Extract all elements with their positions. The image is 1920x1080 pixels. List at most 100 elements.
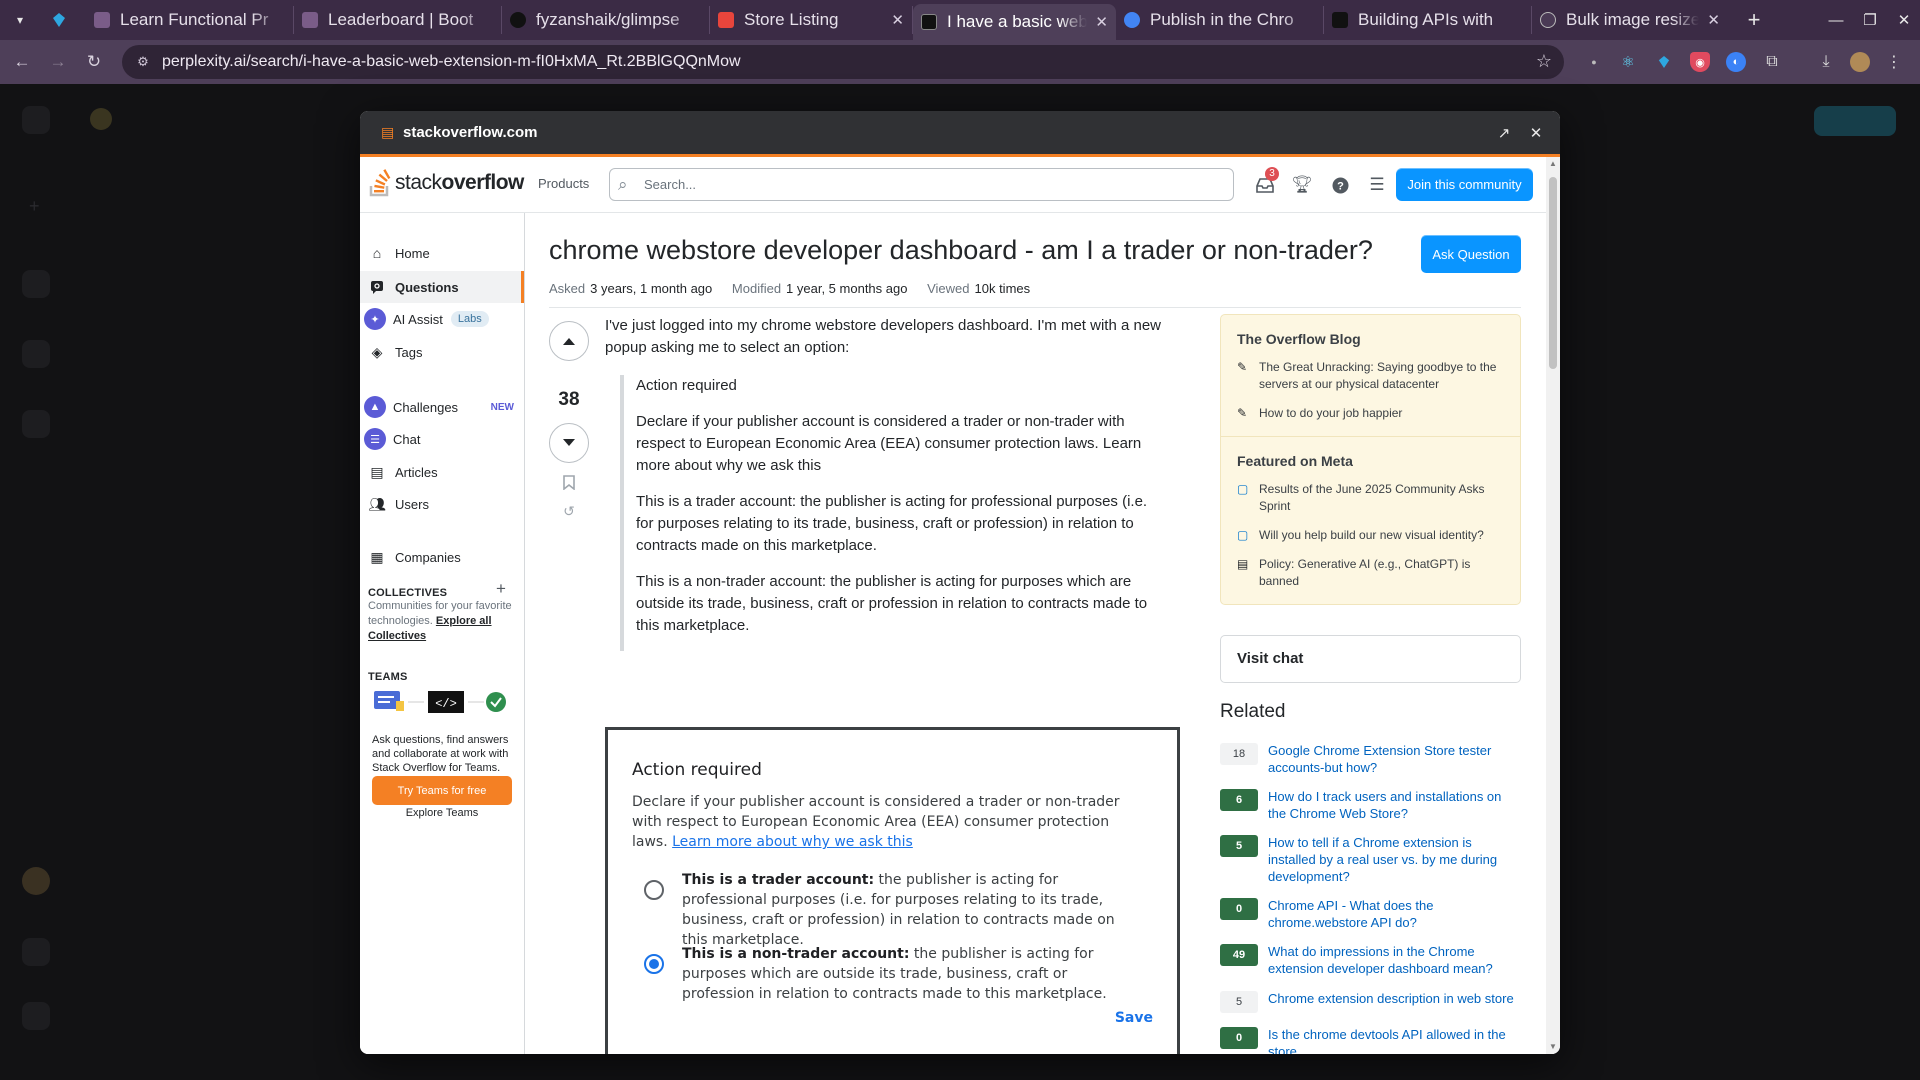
tab-3-close-icon[interactable]: ✕ xyxy=(891,11,904,29)
related-title-1[interactable]: How do I track users and installations o… xyxy=(1268,788,1521,822)
site-switcher-icon[interactable]: ☰ xyxy=(1366,174,1388,196)
forward-arrow-icon[interactable]: → xyxy=(46,50,70,74)
blog-item-1[interactable]: ✎ How to do your job happier xyxy=(1221,399,1520,428)
stack-exchange-icon: ▤ xyxy=(1237,557,1249,571)
collectives-plus-icon[interactable]: + xyxy=(496,579,506,599)
tab-search-icon[interactable]: ▾ xyxy=(8,8,32,32)
upvote-button[interactable] xyxy=(549,321,589,361)
try-teams-button[interactable]: Try Teams for free xyxy=(372,776,512,805)
nav-ai-assist-label: AI Assist xyxy=(393,311,443,327)
related-title-5[interactable]: Chrome extension description in web stor… xyxy=(1268,990,1514,1013)
related-item-2[interactable]: 5 How to tell if a Chrome extension is i… xyxy=(1220,834,1521,885)
popup-close-icon[interactable]: ✕ xyxy=(1525,122,1547,144)
join-community-button[interactable]: Join this community xyxy=(1396,168,1533,201)
extensions-puzzle-icon[interactable]: ⧉ xyxy=(1762,52,1782,72)
so-logo[interactable]: stackoverflow xyxy=(368,167,524,199)
related-item-4[interactable]: 49 What do impressions in the Chrome ext… xyxy=(1220,943,1521,977)
ask-question-button[interactable]: Ask Question xyxy=(1421,235,1521,273)
bookmark-star-icon[interactable]: ☆ xyxy=(1536,51,1552,72)
tab-7[interactable]: Bulk image resize t ✕ xyxy=(1532,6,1728,34)
tab-5[interactable]: Publish in the Chro xyxy=(1116,6,1324,34)
related-title-4[interactable]: What do impressions in the Chrome extens… xyxy=(1268,943,1521,977)
related-count-4: 49 xyxy=(1220,944,1258,966)
reload-icon[interactable]: ↻ xyxy=(82,50,106,74)
history-icon[interactable]: ↺ xyxy=(560,502,578,520)
related-item-0[interactable]: 18 Google Chrome Extension Store tester … xyxy=(1220,742,1521,776)
new-tab-plus-icon[interactable]: + xyxy=(1740,6,1768,34)
meta-item-2[interactable]: ▤ Policy: Generative AI (e.g., ChatGPT) i… xyxy=(1221,550,1520,604)
nav-users[interactable]: 👥︎ Users xyxy=(360,488,524,520)
nav-challenges[interactable]: ▲ Challenges NEW xyxy=(360,391,524,423)
tab-3-favicon xyxy=(718,12,734,28)
profile-avatar[interactable] xyxy=(1850,52,1870,72)
so-search-input[interactable]: ⌕ Search... xyxy=(609,168,1234,201)
close-window-icon[interactable]: ✕ xyxy=(1890,8,1918,32)
perplexity-extension-icon[interactable] xyxy=(1654,52,1674,72)
react-devtools-icon[interactable]: ⚛ xyxy=(1618,52,1638,72)
meta-item-0[interactable]: ▢ Results of the June 2025 Community Asks… xyxy=(1221,475,1520,521)
tab-4-favicon xyxy=(921,14,937,30)
shield-extension-icon[interactable]: ◉ xyxy=(1690,52,1710,72)
nav-ai-assist[interactable]: ✦ AI Assist Labs xyxy=(360,303,524,335)
modified-value[interactable]: 1 year, 5 months ago xyxy=(786,281,907,296)
related-item-1[interactable]: 6 How do I track users and installations… xyxy=(1220,788,1521,822)
pinned-tab-perplexity[interactable] xyxy=(44,8,74,32)
browser-menu-icon[interactable]: ⋮ xyxy=(1884,52,1904,72)
url-text[interactable]: perplexity.ai/search/i-have-a-basic-web-… xyxy=(162,53,741,71)
blog-item-1-text[interactable]: How to do your job happier xyxy=(1259,405,1402,422)
restore-icon[interactable]: ❐ xyxy=(1856,8,1884,32)
blue-extension-icon[interactable]: ◐ xyxy=(1726,52,1746,72)
nav-questions[interactable]: Questions xyxy=(360,271,524,303)
nav-companies-label: Companies xyxy=(395,549,461,565)
shot-option-trader: This is a trader account: the publisher … xyxy=(644,870,1124,950)
visit-chat-link[interactable]: Visit chat xyxy=(1220,635,1521,683)
blog-item-0-text[interactable]: The Great Unracking: Saying goodbye to t… xyxy=(1259,359,1504,393)
related-title-0[interactable]: Google Chrome Extension Store tester acc… xyxy=(1268,742,1521,776)
nav-companies[interactable]: ▦ Companies xyxy=(360,541,524,573)
tab-0[interactable]: Learn Functional Pr xyxy=(86,6,294,34)
explore-teams-link[interactable]: Explore Teams xyxy=(372,807,512,819)
nav-chat-label: Chat xyxy=(393,431,421,447)
question-title[interactable]: chrome webstore developer dashboard - am… xyxy=(549,235,1373,266)
minimize-icon[interactable]: — xyxy=(1822,8,1850,32)
blog-item-0[interactable]: ✎ The Great Unracking: Saying goodbye to … xyxy=(1221,353,1520,399)
related-item-3[interactable]: 0 Chrome API - What does the chrome.webs… xyxy=(1220,897,1521,931)
related-item-5[interactable]: 5 Chrome extension description in web st… xyxy=(1220,990,1521,1013)
products-link[interactable]: Products xyxy=(538,176,589,191)
related-title-2[interactable]: How to tell if a Chrome extension is ins… xyxy=(1268,834,1521,885)
achievements-trophy-icon[interactable]: 🏆︎ xyxy=(1291,174,1313,196)
related-title-6[interactable]: Is the chrome devtools API allowed in th… xyxy=(1268,1026,1521,1054)
tab-7-close-icon[interactable]: ✕ xyxy=(1707,11,1720,29)
nav-home[interactable]: ⌂ Home xyxy=(360,237,524,269)
scrollbar-thumb[interactable] xyxy=(1549,177,1557,369)
tab-6[interactable]: Building APIs with xyxy=(1324,6,1532,34)
open-in-tab-icon[interactable]: ↗ xyxy=(1493,122,1515,144)
tab-2[interactable]: fyzanshaik/glimpse xyxy=(502,6,710,34)
back-arrow-icon[interactable]: ← xyxy=(10,50,34,74)
tab-1[interactable]: Leaderboard | Boot xyxy=(294,6,502,34)
page-scrollbar[interactable]: ▲ ▼ xyxy=(1546,157,1560,1054)
meta-item-1[interactable]: ▢ Will you help build our new visual iden… xyxy=(1221,521,1520,550)
tab-4-active[interactable]: I have a basic web ✕ xyxy=(913,4,1116,40)
help-icon[interactable]: ? xyxy=(1329,174,1351,196)
related-item-6[interactable]: 0 Is the chrome devtools API allowed in … xyxy=(1220,1026,1521,1054)
nav-articles[interactable]: ▤ Articles xyxy=(360,456,524,488)
tab-4-close-icon[interactable]: ✕ xyxy=(1095,13,1108,31)
nav-tags[interactable]: ◈ Tags xyxy=(360,336,524,368)
nav-chat[interactable]: ☰ Chat xyxy=(360,423,524,455)
scroll-down-arrow-icon[interactable]: ▼ xyxy=(1548,1042,1558,1052)
trader-radio xyxy=(644,880,664,900)
asked-value[interactable]: 3 years, 1 month ago xyxy=(590,281,712,296)
tab-3[interactable]: Store Listing ✕ xyxy=(710,6,913,34)
downvote-button[interactable] xyxy=(549,423,589,463)
site-info-icon[interactable]: ⚙ xyxy=(134,53,152,71)
meta-item-0-text[interactable]: Results of the June 2025 Community Asks … xyxy=(1259,481,1504,515)
scroll-up-arrow-icon[interactable]: ▲ xyxy=(1548,159,1558,169)
downloads-icon[interactable]: ⤓ xyxy=(1816,52,1836,72)
meta-item-2-text[interactable]: Policy: Generative AI (e.g., ChatGPT) is… xyxy=(1259,556,1504,590)
bookmark-icon[interactable] xyxy=(560,473,578,491)
extension-dot-icon[interactable]: ● xyxy=(1584,52,1604,72)
related-title-3[interactable]: Chrome API - What does the chrome.websto… xyxy=(1268,897,1521,931)
meta-item-1-text[interactable]: Will you help build our new visual ident… xyxy=(1259,527,1484,544)
address-bar[interactable]: ⚙ perplexity.ai/search/i-have-a-basic-we… xyxy=(122,45,1564,79)
